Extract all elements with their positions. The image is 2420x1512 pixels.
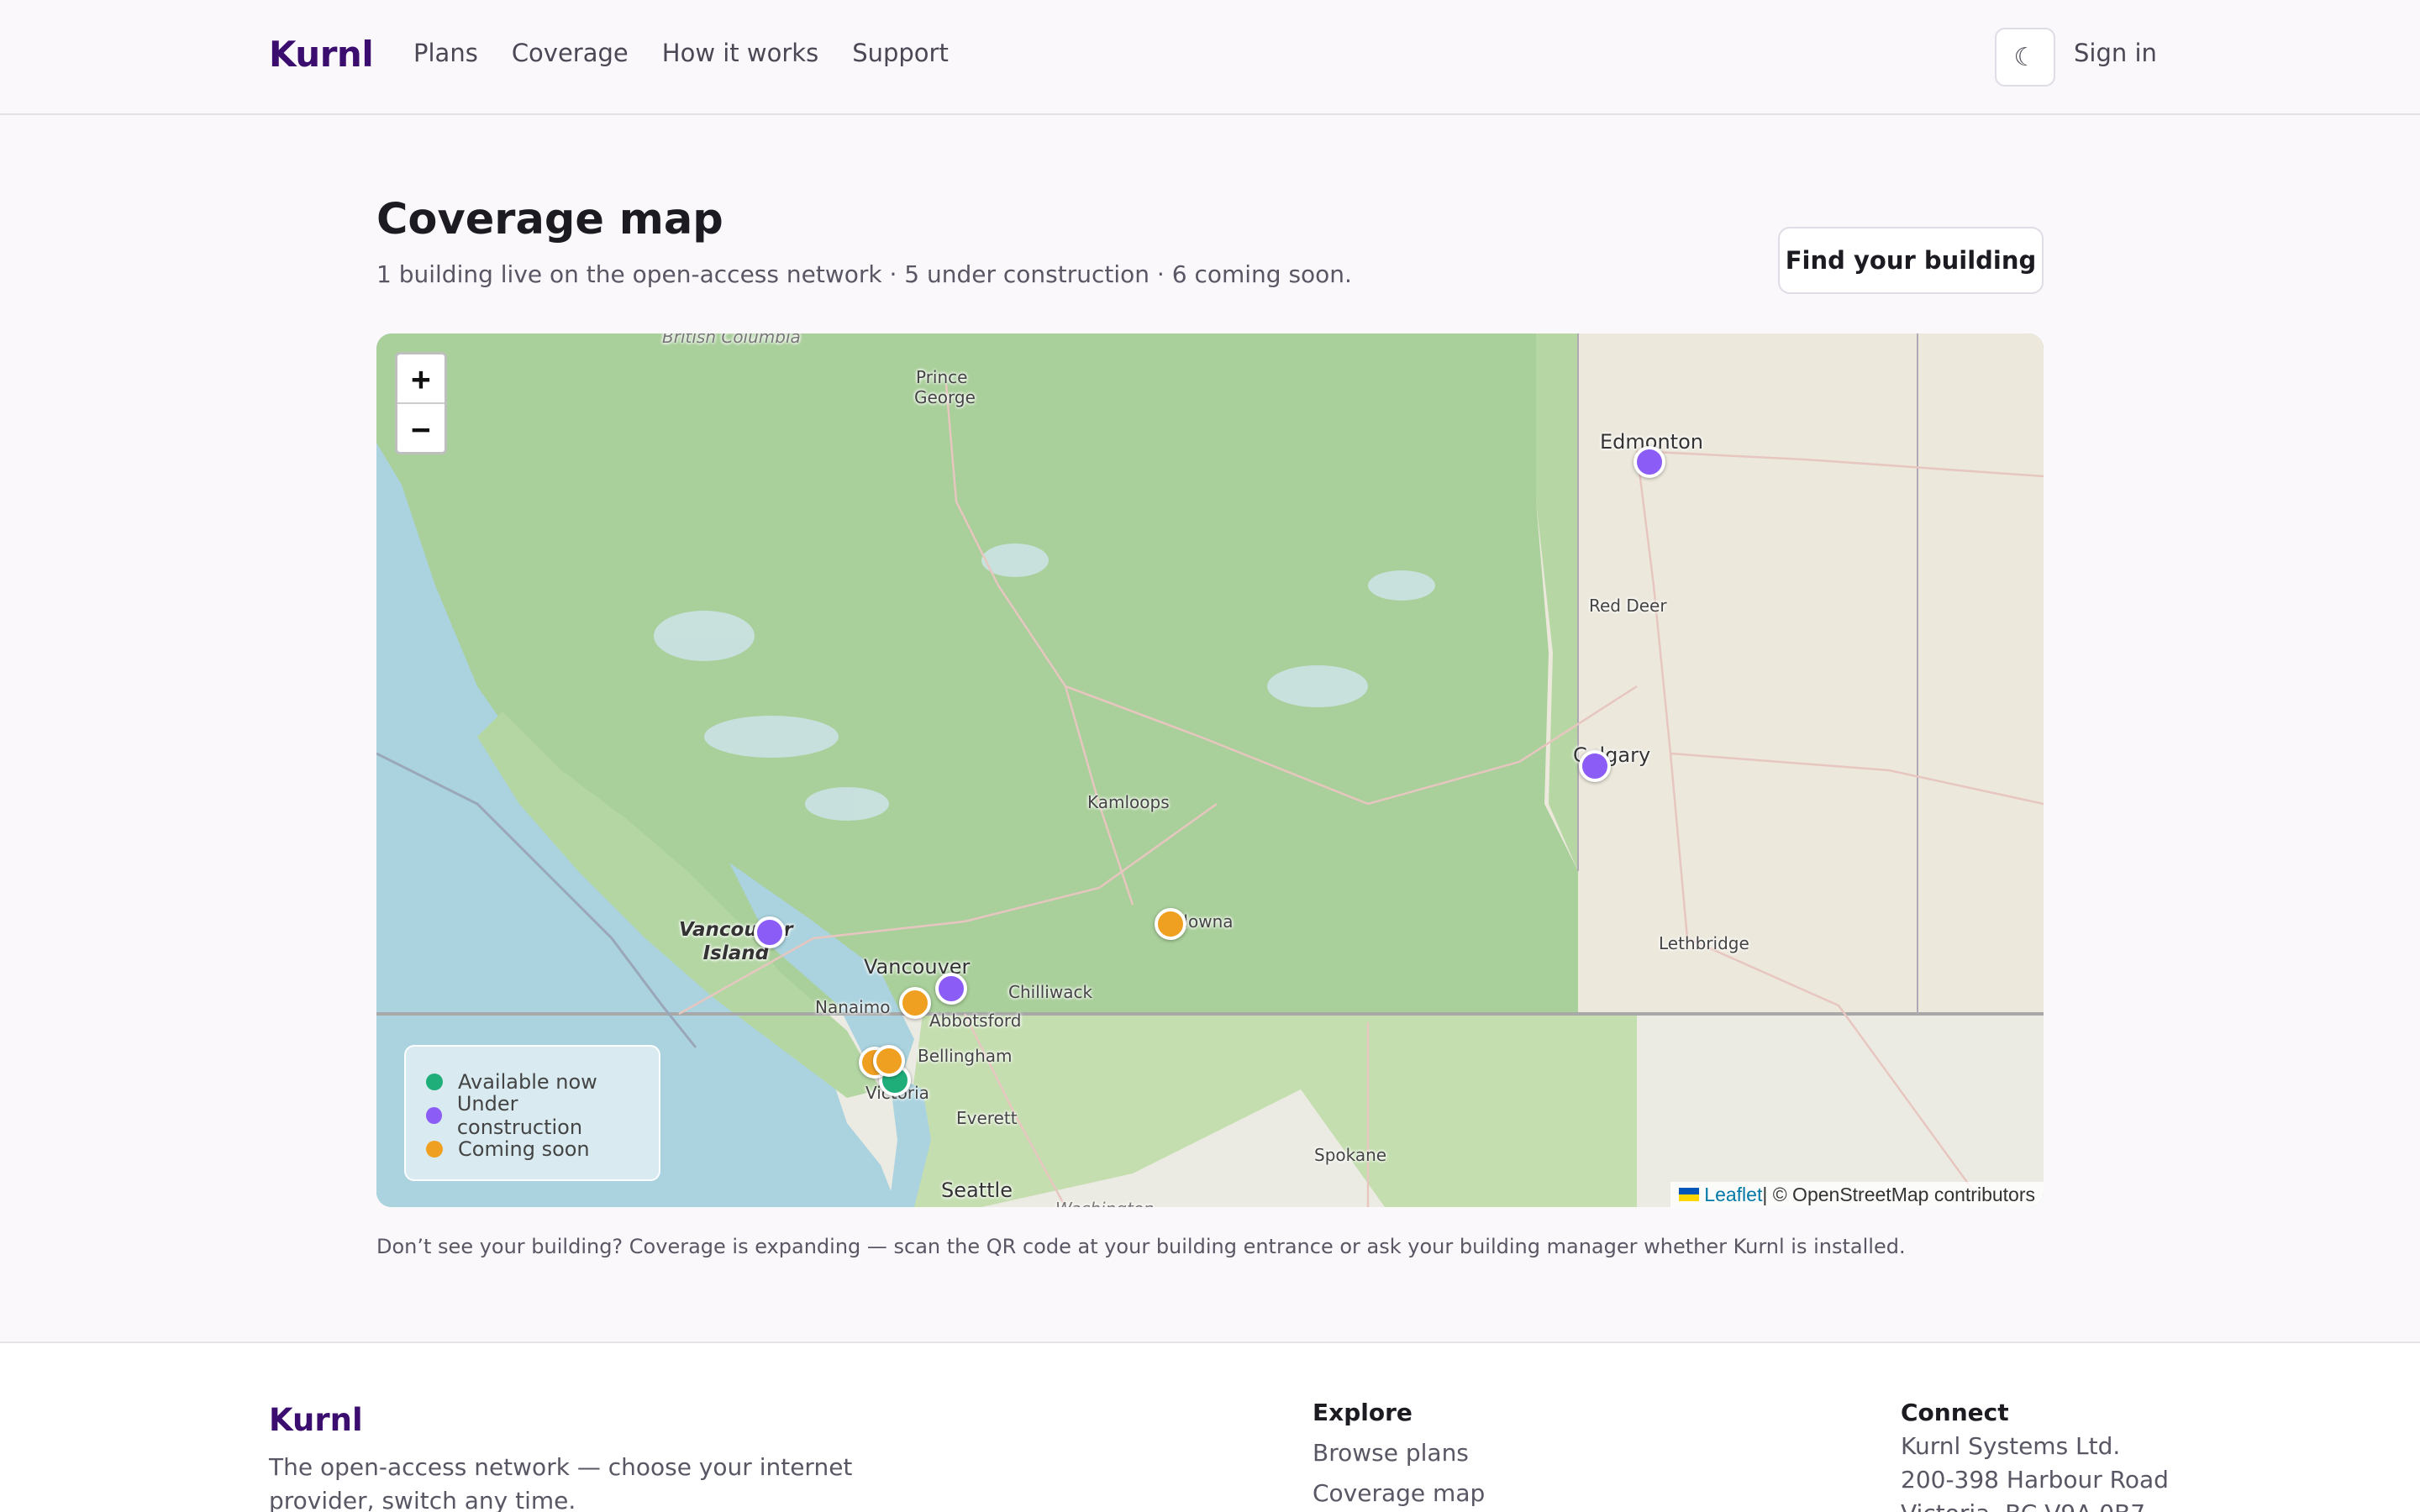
site-header: Kurnl Plans Coverage How it works Suppor… bbox=[0, 0, 2420, 115]
map-label: Prince bbox=[916, 367, 968, 387]
map-label: George bbox=[914, 387, 976, 407]
theme-toggle-button[interactable]: ☾ bbox=[1995, 28, 2055, 87]
attribution-text: | © OpenStreetMap contributors bbox=[1762, 1183, 2035, 1205]
map-label: Kamloops bbox=[1087, 792, 1170, 812]
marker-coming-soon[interactable] bbox=[1155, 908, 1186, 940]
footer-link-browse-plans[interactable]: Browse plans bbox=[1313, 1439, 1469, 1467]
coverage-map[interactable]: + − British Columbia Prince George Edmon… bbox=[376, 333, 2044, 1207]
footer-connect-heading: Connect bbox=[1901, 1399, 2009, 1426]
nav-support[interactable]: Support bbox=[852, 39, 949, 67]
marker-coming-soon[interactable] bbox=[873, 1045, 905, 1077]
map-label: Seattle bbox=[941, 1179, 1013, 1202]
map-label: Abbotsford bbox=[929, 1011, 1022, 1031]
marker-under-construction[interactable] bbox=[754, 916, 786, 948]
ukraine-flag-icon bbox=[1679, 1188, 1700, 1201]
legend-label: Coming soon bbox=[458, 1137, 590, 1161]
map-label: Washington bbox=[1055, 1199, 1155, 1207]
map-label: Island bbox=[702, 942, 770, 964]
map-label: Lethbridge bbox=[1659, 933, 1749, 953]
marker-under-construction[interactable] bbox=[1579, 750, 1611, 782]
map-label: Bellingham bbox=[918, 1046, 1013, 1066]
marker-under-construction[interactable] bbox=[935, 973, 967, 1005]
map-label: British Columbia bbox=[662, 333, 801, 347]
site-footer: Kurnl The open-access network — choose y… bbox=[0, 1341, 2420, 1512]
nav-coverage[interactable]: Coverage bbox=[512, 39, 629, 67]
map-label: Nanaimo bbox=[815, 997, 891, 1017]
map-label: Red Deer bbox=[1589, 596, 1667, 616]
map-attribution: Leaflet | © OpenStreetMap contributors bbox=[1670, 1182, 2044, 1207]
map-label: Chilliwack bbox=[1008, 982, 1093, 1002]
map-legend: Available now Under construction Coming … bbox=[404, 1045, 660, 1181]
zoom-control: + − bbox=[395, 352, 447, 454]
map-label: Spokane bbox=[1314, 1145, 1387, 1165]
footer-explore-heading: Explore bbox=[1313, 1399, 1413, 1426]
map-label: Everett bbox=[956, 1108, 1018, 1128]
zoom-in-button[interactable]: + bbox=[397, 354, 445, 404]
find-building-button[interactable]: Find your building bbox=[1778, 227, 2044, 294]
page-title: Coverage map bbox=[376, 195, 723, 244]
sign-in-link[interactable]: Sign in bbox=[2074, 39, 2157, 67]
footer-brand[interactable]: Kurnl bbox=[269, 1402, 363, 1438]
legend-label: Under construction bbox=[456, 1092, 583, 1139]
coverage-note: Don’t see your building? Coverage is exp… bbox=[376, 1235, 1906, 1258]
nav-plans[interactable]: Plans bbox=[413, 39, 478, 67]
footer-link-coverage-map[interactable]: Coverage map bbox=[1313, 1479, 1485, 1507]
footer-address-line: 200-398 Harbour Road bbox=[1901, 1466, 2169, 1494]
nav-how-it-works[interactable]: How it works bbox=[662, 39, 818, 67]
coming-dot-icon bbox=[426, 1141, 443, 1158]
footer-address-line: Victoria, BC V9A 0B7 bbox=[1901, 1499, 2145, 1512]
marker-coming-soon[interactable] bbox=[899, 987, 931, 1019]
zoom-out-button[interactable]: − bbox=[397, 404, 445, 452]
available-dot-icon bbox=[426, 1074, 443, 1090]
leaflet-link[interactable]: Leaflet bbox=[1704, 1184, 1762, 1206]
construction-dot-icon bbox=[426, 1107, 442, 1124]
footer-company-name: Kurnl Systems Ltd. bbox=[1901, 1432, 2121, 1460]
marker-under-construction[interactable] bbox=[1634, 446, 1665, 478]
legend-label: Available now bbox=[458, 1070, 597, 1094]
moon-icon: ☾ bbox=[2013, 42, 2037, 72]
legend-construction: Under construction bbox=[426, 1092, 639, 1139]
brand-logo[interactable]: Kurnl bbox=[269, 34, 374, 75]
main-nav: Plans Coverage How it works Support bbox=[413, 39, 949, 67]
footer-tagline: The open-access network — choose your in… bbox=[269, 1453, 853, 1512]
coverage-summary: 1 building live on the open-access netwo… bbox=[376, 260, 1352, 288]
